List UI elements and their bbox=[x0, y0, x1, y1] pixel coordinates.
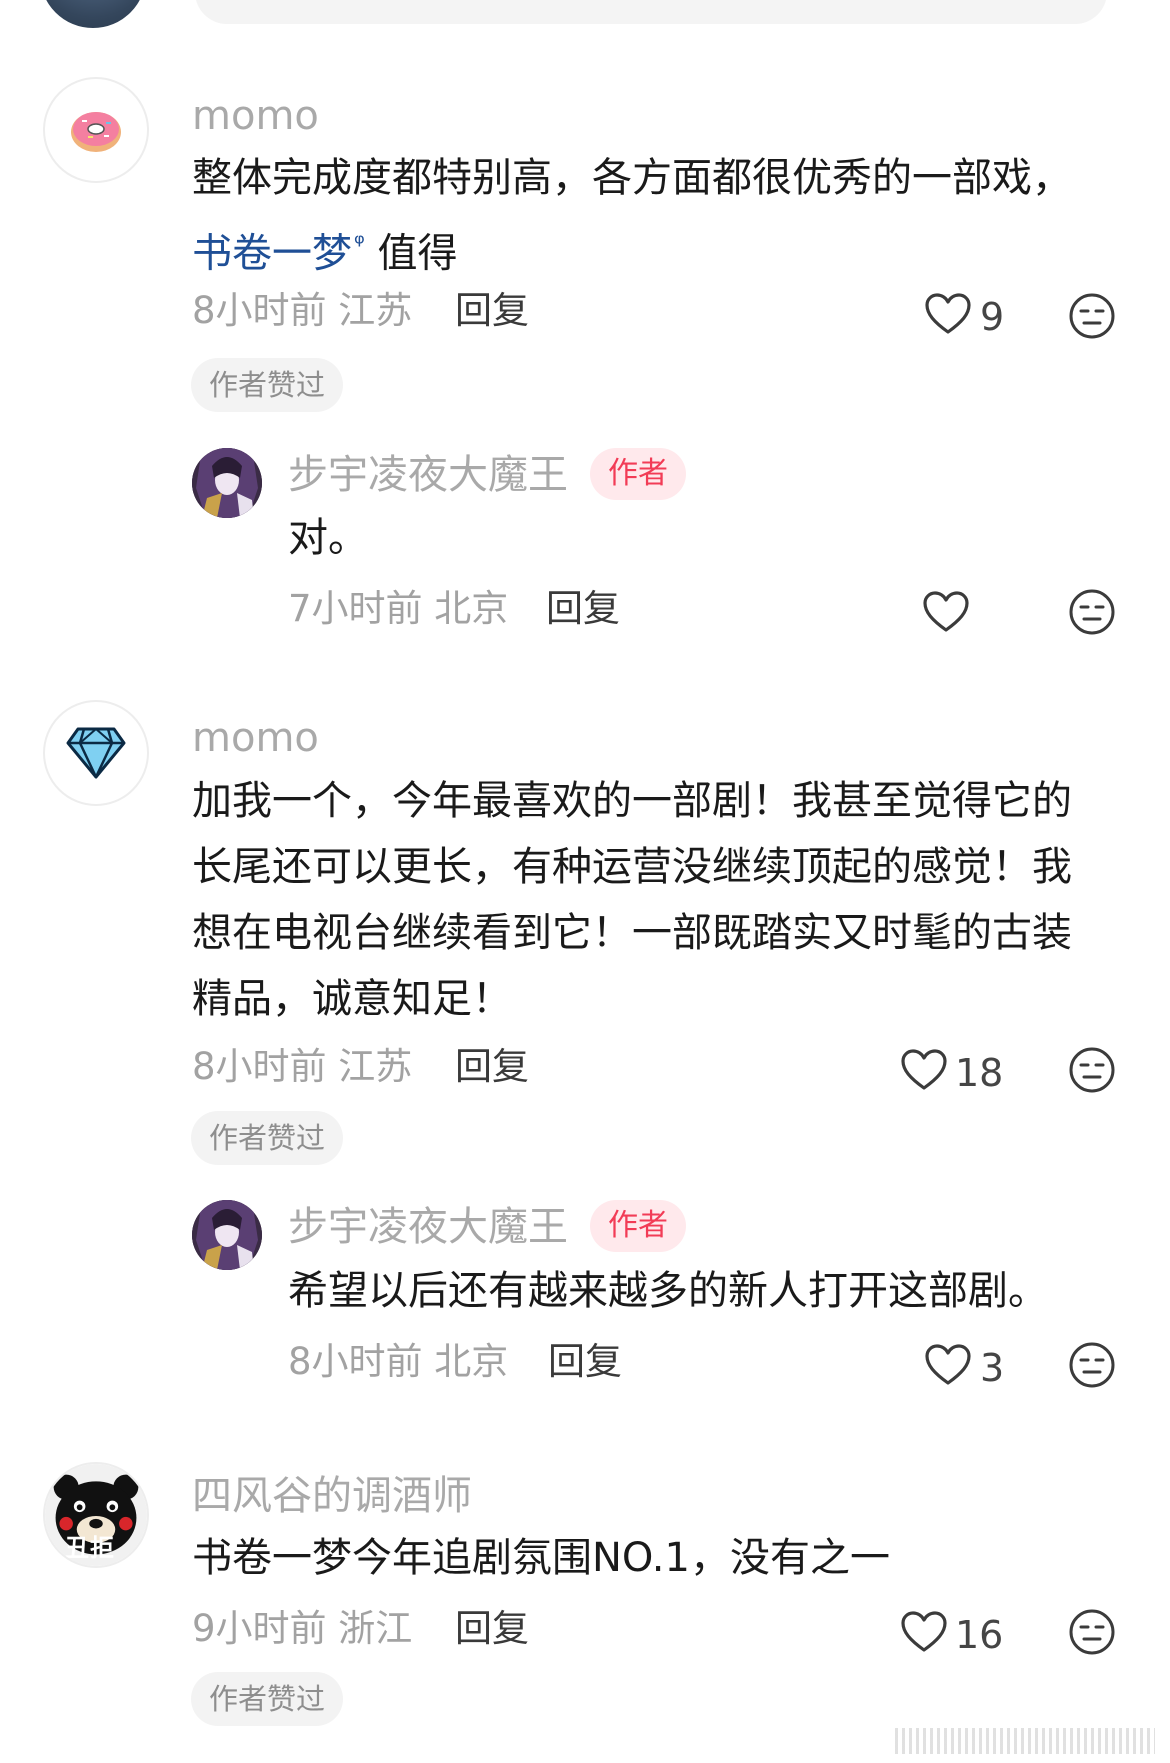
comment-meta: 8小时前 江苏 bbox=[192, 1045, 413, 1088]
heart-icon[interactable] bbox=[900, 1610, 948, 1654]
reply-meta: 8小时前 北京 bbox=[288, 1340, 509, 1383]
comment-username[interactable]: momo bbox=[192, 718, 319, 758]
author-badge: 作者 bbox=[590, 448, 686, 500]
comment-text: 整体完成度都特别高，各方面都很优秀的一部戏， 书卷一梦ᵠ 值得 bbox=[192, 145, 1092, 286]
author-liked-badge: 作者赞过 bbox=[191, 1672, 344, 1726]
avatar[interactable]: 丑拒 bbox=[43, 1462, 149, 1568]
search-icon[interactable]: ᵠ bbox=[354, 229, 365, 259]
previous-comment-bubble bbox=[195, 0, 1107, 24]
comment-meta: 8小时前 江苏 bbox=[192, 289, 413, 332]
reply-button[interactable]: 回复 bbox=[455, 1610, 529, 1647]
dislike-face-icon[interactable] bbox=[1068, 588, 1116, 636]
avatar[interactable] bbox=[43, 77, 149, 183]
like-count: 16 bbox=[955, 1613, 1004, 1657]
reply-username[interactable]: 步宇凌夜大魔王 bbox=[288, 455, 568, 495]
diamond-icon bbox=[66, 727, 126, 779]
comment-text: 加我一个，今年最喜欢的一部剧！我甚至觉得它的长尾还可以更长，有种运营没继续顶起的… bbox=[192, 778, 1072, 1022]
reply-button[interactable]: 回复 bbox=[455, 292, 529, 329]
heart-icon[interactable] bbox=[924, 292, 972, 336]
author-badge: 作者 bbox=[590, 1200, 686, 1252]
reply-username[interactable]: 步宇凌夜大魔王 bbox=[288, 1207, 568, 1247]
avatar-caption: 丑拒 bbox=[65, 1534, 115, 1562]
avatar[interactable] bbox=[43, 700, 149, 806]
reply-text: 希望以后还有越来越多的新人打开这部剧。 bbox=[288, 1268, 1048, 1314]
author-liked-badge: 作者赞过 bbox=[191, 358, 344, 412]
heart-icon[interactable] bbox=[900, 1048, 948, 1092]
comment-username[interactable]: momo bbox=[192, 96, 319, 136]
character-avatar-icon bbox=[192, 448, 262, 518]
dislike-face-icon[interactable] bbox=[1068, 292, 1116, 340]
dislike-face-icon[interactable] bbox=[1068, 1046, 1116, 1094]
author-liked-badge: 作者赞过 bbox=[191, 1111, 344, 1165]
watermark bbox=[895, 1728, 1155, 1754]
reply-button[interactable]: 回复 bbox=[546, 590, 620, 627]
comment-username[interactable]: 四风谷的调酒师 bbox=[192, 1476, 472, 1516]
reply-button[interactable]: 回复 bbox=[455, 1048, 529, 1085]
character-avatar-icon bbox=[192, 1200, 262, 1270]
avatar[interactable] bbox=[192, 1200, 262, 1270]
reply-button[interactable]: 回复 bbox=[548, 1343, 622, 1380]
heart-icon[interactable] bbox=[922, 590, 970, 634]
donut-icon bbox=[71, 112, 121, 152]
search-link[interactable]: 书卷一梦 bbox=[192, 230, 352, 276]
comment-meta: 9小时前 浙江 bbox=[192, 1607, 413, 1650]
like-count: 18 bbox=[955, 1051, 1004, 1095]
previous-comment-avatar[interactable] bbox=[40, 0, 146, 28]
dislike-face-icon[interactable] bbox=[1068, 1341, 1116, 1389]
reply-meta: 7小时前 北京 bbox=[288, 587, 509, 630]
heart-icon[interactable] bbox=[924, 1343, 972, 1387]
avatar[interactable] bbox=[192, 448, 262, 518]
comment-text: 书卷一梦今年追剧氛围NO.1，没有之一 bbox=[192, 1535, 890, 1581]
like-count: 9 bbox=[980, 295, 1005, 339]
like-count: 3 bbox=[980, 1346, 1005, 1390]
reply-text: 对。 bbox=[288, 515, 368, 561]
dislike-face-icon[interactable] bbox=[1068, 1608, 1116, 1656]
comment-text-tail: 值得 bbox=[377, 230, 458, 277]
comment-text-main: 整体完成度都特别高，各方面都很优秀的一部戏， bbox=[192, 155, 1072, 201]
